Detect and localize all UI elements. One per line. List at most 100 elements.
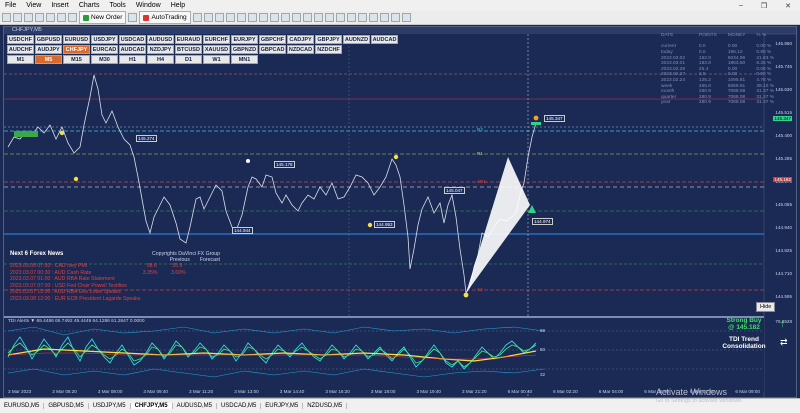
chart-tab[interactable]: NZDUSD,M5 <box>303 403 348 409</box>
menu-view[interactable]: View <box>21 2 46 9</box>
toolbar: New Order AutoTrading <box>0 11 800 25</box>
autoscroll-icon[interactable] <box>258 13 268 22</box>
vertical-line-icon[interactable] <box>335 13 345 22</box>
timeframe-button[interactable]: H1 <box>119 55 146 64</box>
symbol-button[interactable]: XAUUSD <box>203 45 230 54</box>
symbol-button[interactable]: NZDCAD <box>287 45 314 54</box>
menu-insert[interactable]: Insert <box>46 2 74 9</box>
line-chart-icon[interactable] <box>214 13 224 22</box>
indicators-icon[interactable] <box>280 13 290 22</box>
horizontal-line-icon[interactable] <box>346 13 356 22</box>
symbol-button[interactable]: AUDNZD <box>343 35 370 44</box>
stats-cell: 7088.08 <box>727 100 746 106</box>
symbol-button[interactable]: AUDCAD <box>119 45 146 54</box>
chart-shift-icon[interactable] <box>269 13 279 22</box>
periods-icon[interactable] <box>291 13 301 22</box>
menu-tools[interactable]: Tools <box>104 2 130 9</box>
symbol-button[interactable]: EURAUD <box>175 35 202 44</box>
timeframe-button[interactable]: D1 <box>175 55 202 64</box>
timeframe-button[interactable]: M30 <box>91 55 118 64</box>
menu-file[interactable]: File <box>0 2 21 9</box>
symbol-button[interactable]: GBPCHF <box>259 35 286 44</box>
autotrading-button[interactable]: AutoTrading <box>139 11 191 24</box>
timeframe-button[interactable]: MN1 <box>231 55 258 64</box>
crosshair-icon[interactable] <box>324 13 334 22</box>
symbol-button[interactable]: GBPJPY <box>315 35 342 44</box>
chart-tab[interactable]: EURUSD,M5 <box>0 403 45 409</box>
symbol-button[interactable]: USDCHF <box>7 35 34 44</box>
data-window-icon[interactable] <box>35 13 44 22</box>
terminal-icon[interactable] <box>57 13 66 22</box>
current-price-tag: 145.347 <box>773 116 792 121</box>
chart-tab-active[interactable]: CHFJPY,M5 <box>130 403 173 409</box>
symbol-button[interactable]: EURJPY <box>231 35 258 44</box>
symbol-button[interactable]: AUDCAD <box>371 35 398 44</box>
trendline-icon[interactable] <box>357 13 367 22</box>
price-label: 145.055 <box>775 202 792 207</box>
time-tick: 3 Mar 2023 <box>8 389 32 394</box>
timeframe-button-active[interactable]: M5 <box>35 55 62 64</box>
price-label: 145.285 <box>775 156 792 161</box>
stats-cell: 31.37 % <box>756 100 774 106</box>
timeframe-button[interactable]: M1 <box>7 55 34 64</box>
minimize-icon[interactable]: – <box>734 2 748 9</box>
profit-stats-table: DATE POINTS MONEY% % current 0.0 0.00 0.00 % … <box>660 33 784 106</box>
arrows-icon[interactable] <box>401 13 411 22</box>
symbol-button[interactable]: USDCAD <box>119 35 146 44</box>
symbol-button[interactable]: GBPUSD <box>35 35 62 44</box>
zoom-in-icon[interactable] <box>225 13 235 22</box>
menu-help[interactable]: Help <box>166 2 190 9</box>
new-order-icon <box>83 14 89 21</box>
hide-button[interactable]: Hide <box>756 302 776 312</box>
zoom-out-icon[interactable] <box>236 13 246 22</box>
fibonacci-icon[interactable] <box>379 13 389 22</box>
chart-tag: 144.944 <box>232 227 253 234</box>
text-icon[interactable] <box>390 13 400 22</box>
tdi-trend-label: TDI Trend <box>729 336 759 343</box>
symbol-button[interactable]: USDJPY <box>91 35 118 44</box>
menu-window[interactable]: Window <box>131 2 166 9</box>
symbol-button[interactable]: GBPCAD <box>259 45 286 54</box>
profiles-icon[interactable] <box>13 13 22 22</box>
symbol-button[interactable]: NZDCHF <box>315 45 342 54</box>
symbol-button[interactable]: AUDCHF <box>7 45 34 54</box>
timeframe-button[interactable]: M15 <box>63 55 90 64</box>
metaeditor-icon[interactable] <box>128 13 138 22</box>
chart-tab[interactable]: GBPUSD,M5 <box>44 403 89 409</box>
menu-charts[interactable]: Charts <box>74 2 105 9</box>
symbol-button[interactable]: CADJPY <box>287 35 314 44</box>
chart-tab[interactable]: USDCAD,M5 <box>217 403 262 409</box>
symbol-button[interactable]: AUDUSD <box>147 35 174 44</box>
symbol-button[interactable]: NZDJPY <box>147 45 174 54</box>
channel-icon[interactable] <box>368 13 378 22</box>
symbol-button[interactable]: EURUSD <box>63 35 90 44</box>
symbol-button[interactable]: AUDJPY <box>35 45 62 54</box>
symbol-button[interactable]: BTCUSD <box>175 45 202 54</box>
timeframe-button[interactable]: H4 <box>147 55 174 64</box>
tdi-trend-value: Consolidation <box>722 343 766 350</box>
new-order-button[interactable]: New Order <box>79 11 127 24</box>
tester-icon[interactable] <box>68 13 77 22</box>
symbol-button[interactable]: GBPNZD <box>231 45 258 54</box>
marker-1 <box>59 130 65 136</box>
bar-chart-icon[interactable] <box>192 13 202 22</box>
market-watch-icon[interactable] <box>24 13 33 22</box>
new-chart-icon[interactable] <box>2 13 11 22</box>
symbol-button[interactable]: EURCHF <box>203 35 230 44</box>
tile-windows-icon[interactable] <box>247 13 257 22</box>
restore-icon[interactable]: ❐ <box>756 2 772 10</box>
candlestick-icon[interactable] <box>203 13 213 22</box>
close-icon[interactable]: ✕ <box>780 2 796 10</box>
templates-icon[interactable] <box>302 13 312 22</box>
chart-tab[interactable]: USDJPY,M5 <box>89 403 131 409</box>
timeframe-button[interactable]: W1 <box>203 55 230 64</box>
forex-news-panel: Next 6 Forex News Copyrights DaVinci FX … <box>10 251 220 303</box>
up-arrow-icon: ↑ <box>780 319 785 330</box>
navigator-icon[interactable] <box>46 13 55 22</box>
symbol-button[interactable]: EURCAD <box>91 45 118 54</box>
symbol-button-active[interactable]: CHFJPY <box>63 45 90 54</box>
chart-tab[interactable]: EURJPY,M5 <box>261 403 304 409</box>
chart-tab[interactable]: AUDUSD,M5 <box>173 403 217 409</box>
chart-tag: 145.347 <box>544 115 565 122</box>
cursor-icon[interactable] <box>313 13 323 22</box>
